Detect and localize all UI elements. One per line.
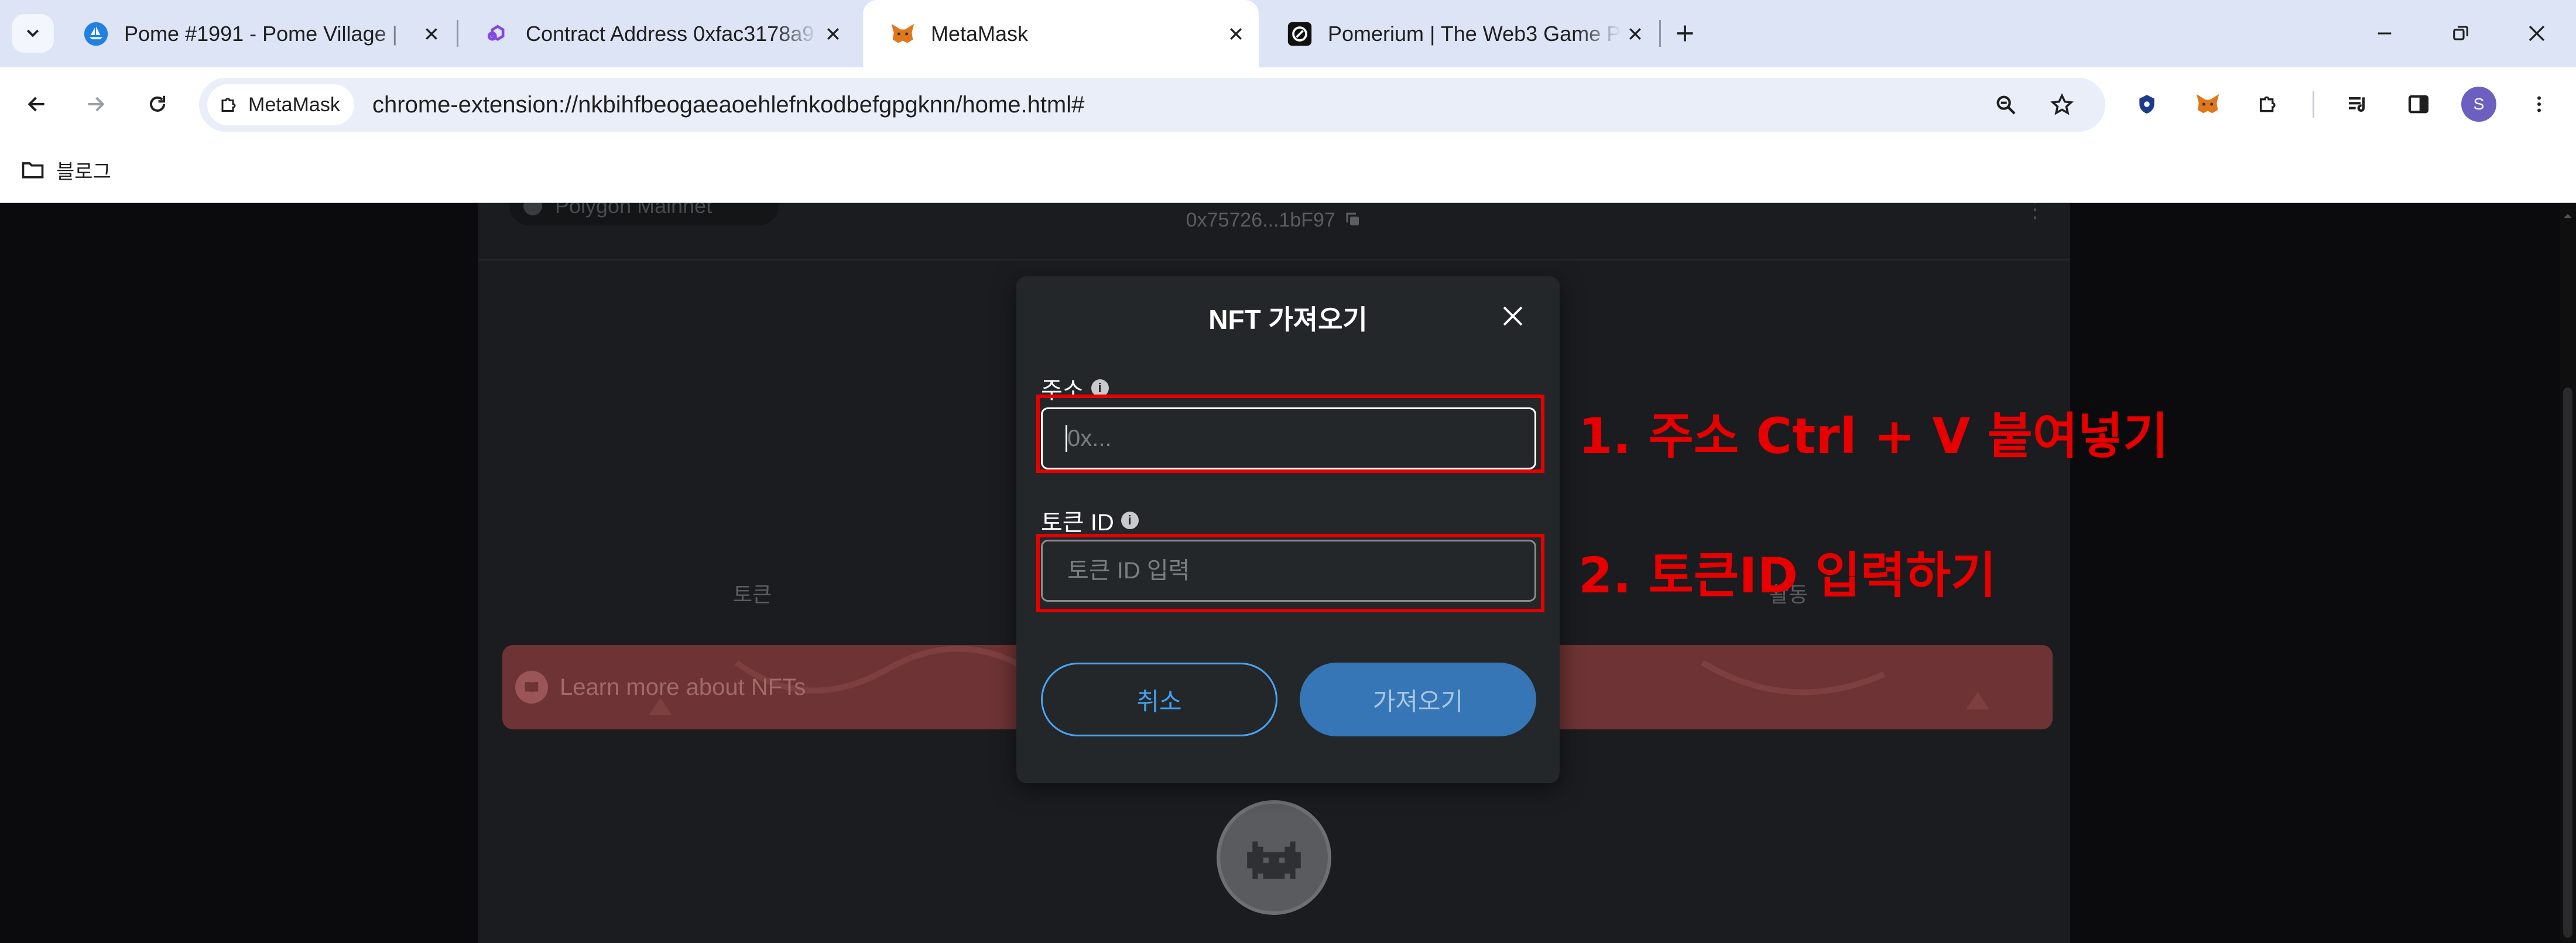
media-control-icon[interactable] (2338, 85, 2377, 124)
bookmarks-bar: 블로그 (0, 140, 2576, 203)
account-address-text: 0x75726...1bF97 (1186, 209, 1335, 231)
metamask-fox-icon (889, 20, 917, 48)
url-text[interactable]: chrome-extension://nkbihfbeogaeaoehlefnk… (372, 78, 1084, 132)
polygonscan-icon (484, 20, 512, 48)
import-nft-modal: NFT 가져오기 주소 i 토큰 ID i 취소 가져오기 (1016, 276, 1560, 783)
close-icon[interactable] (1221, 19, 1251, 49)
info-icon[interactable]: i (1121, 512, 1139, 529)
extension-shield-icon[interactable] (2128, 85, 2166, 124)
profile-avatar[interactable]: S (2461, 87, 2496, 122)
tab-metamask[interactable]: MetaMask (863, 0, 1259, 67)
pomerium-icon (1286, 20, 1314, 48)
annotation-step1: 1. 주소 Ctrl + V 붙여넣기 (1578, 407, 2169, 465)
nft-placeholder-icon (1217, 800, 1331, 915)
extensions-puzzle-icon[interactable] (2249, 85, 2288, 124)
copy-icon (1346, 212, 1359, 225)
annotation-step2: 2. 토큰ID 입력하기 (1578, 547, 1996, 604)
bookmark-star-icon[interactable] (2043, 86, 2081, 124)
close-icon[interactable] (1621, 19, 1650, 49)
opensea-icon (82, 20, 110, 48)
close-icon[interactable] (417, 19, 446, 49)
reload-icon (150, 95, 166, 112)
zoom-icon[interactable] (1987, 86, 2025, 124)
learn-more-text: Learn more about NFTs (560, 674, 806, 700)
page-scrollbar[interactable] (2560, 203, 2576, 943)
minimize-button[interactable] (2365, 14, 2404, 53)
tab-search-button[interactable] (12, 14, 54, 53)
arrow-right-icon (88, 97, 105, 112)
folder-icon (22, 162, 44, 179)
divider (478, 259, 2070, 260)
token-id-label: 토큰 ID i (1041, 503, 1139, 537)
new-tab-button[interactable] (1666, 14, 1704, 53)
token-id-label-text: 토큰 ID (1041, 510, 1114, 536)
account-address[interactable]: 0x75726...1bF97 (478, 209, 2070, 232)
chevron-down-icon (26, 29, 39, 37)
site-info-chip[interactable]: MetaMask (207, 84, 354, 125)
browser-menu-icon[interactable] (2520, 85, 2558, 124)
reload-button[interactable] (138, 85, 177, 124)
site-chip-label: MetaMask (248, 93, 340, 116)
restore-button[interactable] (2441, 14, 2480, 53)
metamask-extension-icon[interactable] (2188, 85, 2227, 124)
scrollbar-thumb[interactable] (2563, 388, 2572, 938)
tab-separator (1659, 20, 1661, 47)
book-icon (515, 671, 548, 704)
extension-puzzle-icon (221, 98, 236, 112)
bookmark-folder-blog[interactable]: 블로그 (20, 152, 111, 187)
toolbar-separator (2313, 91, 2314, 118)
minimize-icon (2378, 32, 2392, 35)
annotation-box-address (1036, 395, 1544, 473)
restore-icon (2453, 26, 2468, 40)
tab-pomerium[interactable]: Pomerium | The Web3 Game P (1260, 0, 1658, 67)
tab-title: Contract Address 0xfac3178a9 (526, 21, 814, 46)
address-bar[interactable]: MetaMask chrome-extension://nkbihfbeogae… (199, 78, 2105, 132)
tab-opensea[interactable]: Pome #1991 - Pome Village | (56, 0, 454, 67)
browser-toolbar: MetaMask chrome-extension://nkbihfbeogae… (0, 67, 2576, 140)
tab-title: Pomerium | The Web3 Game P (1328, 21, 1621, 46)
forward-button[interactable] (76, 85, 115, 124)
tab-tokens[interactable]: 토큰 (733, 578, 772, 608)
side-panel-icon[interactable] (2399, 85, 2438, 124)
import-button[interactable]: 가져오기 (1300, 663, 1536, 736)
back-button[interactable] (18, 85, 56, 124)
arrow-left-icon (28, 97, 44, 112)
close-icon (2529, 25, 2545, 42)
plus-icon (1677, 25, 1693, 42)
close-icon[interactable] (818, 19, 848, 49)
tab-title: MetaMask (931, 21, 1029, 46)
window-close-button[interactable] (2517, 14, 2556, 53)
bookmark-folder-label: 블로그 (56, 160, 111, 183)
modal-title: NFT 가져오기 (1208, 304, 1368, 335)
scroll-up-icon[interactable] (2562, 210, 2574, 222)
tab-title: Pome #1991 - Pome Village | (124, 21, 398, 46)
close-icon[interactable] (1496, 300, 1529, 332)
browser-window: Pome #1991 - Pome Village | Contract Add… (0, 0, 2576, 943)
tab-polygonscan[interactable]: Contract Address 0xfac3178a9 (458, 0, 856, 67)
cancel-button[interactable]: 취소 (1041, 663, 1277, 736)
tab-strip: Pome #1991 - Pome Village | Contract Add… (0, 0, 2576, 67)
annotation-box-token-id (1036, 534, 1544, 612)
